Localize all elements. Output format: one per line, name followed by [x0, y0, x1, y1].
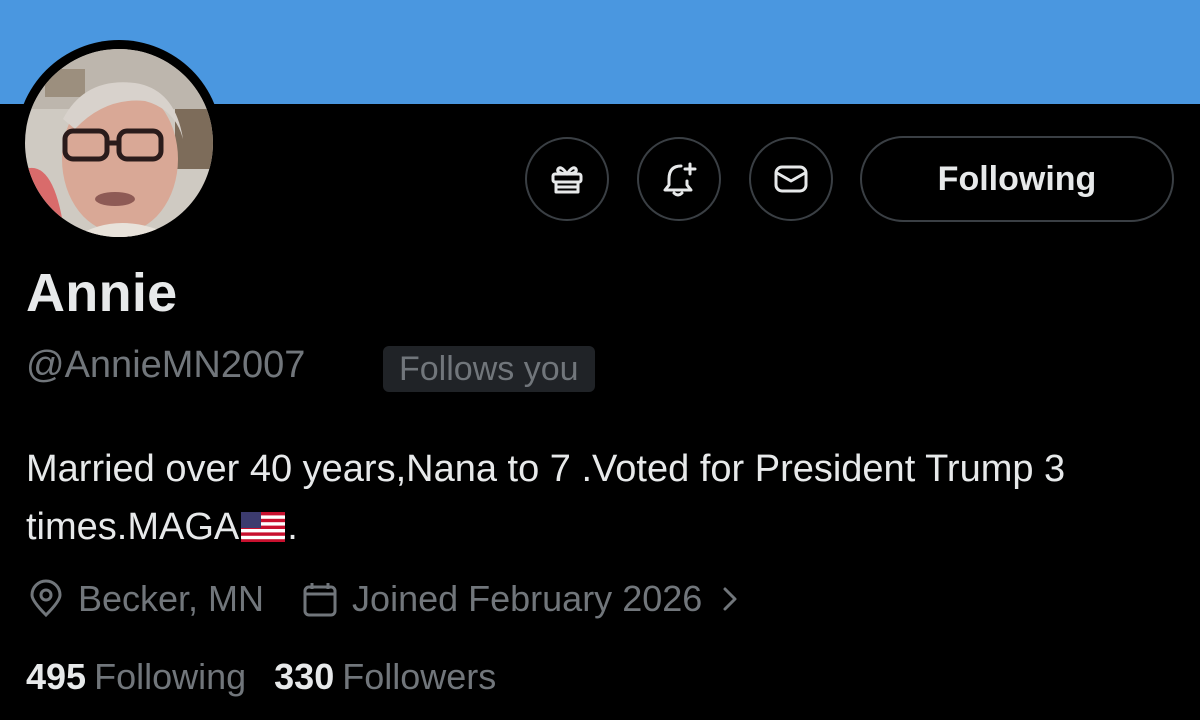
gift-icon	[551, 166, 583, 194]
follows-you-badge: Follows you	[383, 346, 595, 392]
join-date[interactable]: Joined February 2026	[300, 578, 750, 620]
location-text: Becker, MN	[78, 578, 265, 619]
message-button[interactable]	[749, 137, 833, 221]
followers-stat[interactable]: 330 Followers	[274, 656, 496, 698]
gift-button[interactable]	[525, 137, 609, 221]
calendar-icon	[303, 583, 337, 617]
avatar[interactable]	[25, 49, 213, 237]
followers-label: Followers	[342, 656, 497, 697]
location: Becker, MN	[26, 578, 264, 620]
bio: Married over 40 years,Nana to 7 .Voted f…	[26, 440, 1146, 556]
user-handle: @AnnieMN2007	[26, 344, 306, 386]
avatar-photo	[25, 49, 213, 237]
following-count: 495	[26, 656, 87, 697]
mail-icon	[774, 165, 808, 193]
display-name: Annie	[26, 263, 178, 323]
us-flag-emoji	[241, 512, 286, 542]
followers-count: 330	[274, 656, 335, 697]
bio-text: Married over 40 years,Nana to 7 .Voted f…	[26, 448, 1066, 548]
following-stat[interactable]: 495 Following	[26, 656, 246, 698]
notify-button[interactable]	[637, 137, 721, 221]
profile-meta: Becker, MN Joined February 2026	[26, 572, 786, 626]
bell-plus-icon	[663, 162, 697, 197]
location-pin-icon	[30, 579, 62, 618]
following-label: Following	[94, 656, 247, 697]
bio-end: .	[287, 506, 298, 548]
follow-stats: 495 Following 330 Followers	[26, 656, 524, 698]
join-date-text: Joined February 2026	[352, 578, 703, 619]
chevron-right-icon	[723, 587, 737, 611]
following-button[interactable]: Following	[860, 136, 1174, 222]
